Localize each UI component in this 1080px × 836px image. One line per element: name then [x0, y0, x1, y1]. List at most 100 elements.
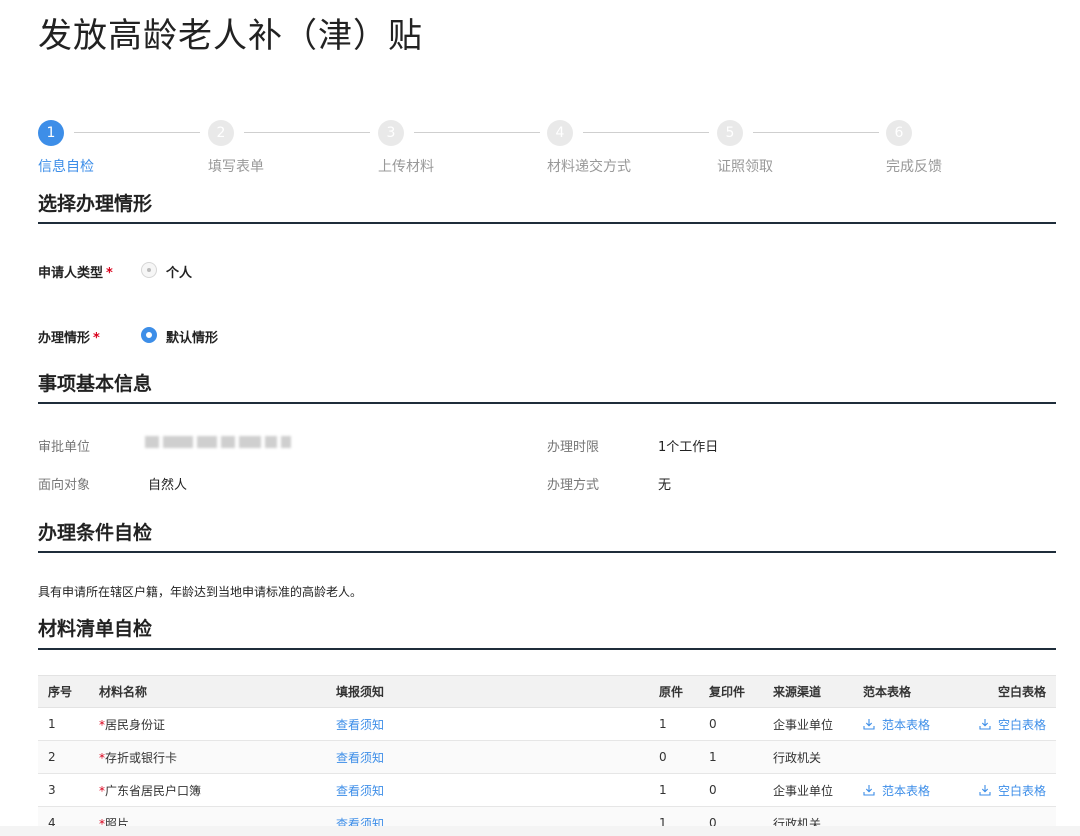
- row-index: 3: [38, 773, 89, 807]
- step-label: 信息自检: [38, 159, 94, 175]
- step-2[interactable]: 2 填写表单: [208, 120, 378, 175]
- table-row: 1 *居民身份证 查看须知 1 0 企事业单位 范本表格 空白表格: [38, 707, 1056, 741]
- step-5[interactable]: 5 证照领取: [717, 120, 887, 175]
- step-number: 3: [378, 120, 404, 146]
- approval-unit-label: 审批单位: [38, 440, 91, 455]
- section-divider: [38, 648, 1056, 650]
- target-label: 面向对象: [38, 478, 91, 493]
- copy-count: 1: [699, 740, 763, 774]
- step-label: 上传材料: [378, 159, 434, 175]
- section-divider: [38, 402, 1056, 404]
- label-text: 申请人类型: [38, 266, 104, 281]
- step-number: 5: [717, 120, 743, 146]
- column-header-notice: 填报须知: [326, 675, 649, 708]
- source-channel: 企事业单位: [763, 773, 853, 807]
- step-number: 2: [208, 120, 234, 146]
- step-label: 材料递交方式: [547, 159, 631, 175]
- label-text: 办理情形: [38, 331, 91, 346]
- column-header-index: 序号: [38, 675, 89, 708]
- table-header-row: 序号 材料名称 填报须知 原件 复印件 来源渠道 范本表格 空白表格: [38, 675, 1056, 708]
- sample-form-link[interactable]: 范本表格: [863, 718, 930, 732]
- sample-form-link[interactable]: 范本表格: [863, 784, 930, 798]
- original-count: 0: [649, 740, 699, 774]
- material-name: 居民身份证: [105, 717, 166, 732]
- blank-form-label: 空白表格: [997, 783, 1046, 798]
- download-icon: [979, 718, 991, 730]
- progress-stepper: 1 信息自检 2 填写表单 3 上传材料 4 材料递交方式 5 证照领取 6 完…: [38, 120, 1058, 180]
- section-divider: [38, 551, 1056, 553]
- step-number: 6: [886, 120, 912, 146]
- column-header-copy: 复印件: [699, 675, 763, 708]
- column-header-blank: 空白表格: [966, 675, 1056, 708]
- applicant-type-option: 个人: [166, 266, 193, 281]
- copy-count: 0: [699, 707, 763, 741]
- column-header-source: 来源渠道: [763, 675, 853, 708]
- material-name-cell: *广东省居民户口簿: [89, 773, 326, 807]
- situation-option: 默认情形: [166, 331, 219, 346]
- step-number: 1: [38, 120, 64, 146]
- original-count: 1: [649, 773, 699, 807]
- materials-table: 序号 材料名称 填报须知 原件 复印件 来源渠道 范本表格 空白表格 1 *居民…: [38, 675, 1056, 836]
- time-limit-value: 1个工作日: [658, 440, 719, 455]
- section-divider: [38, 222, 1056, 224]
- material-name-cell: *存折或银行卡: [89, 740, 326, 774]
- column-header-sample: 范本表格: [853, 675, 966, 708]
- step-connector: [244, 132, 370, 133]
- step-3[interactable]: 3 上传材料: [378, 120, 548, 175]
- approval-unit-value-redacted: [145, 434, 295, 450]
- sample-form-cell: [853, 740, 966, 774]
- step-4[interactable]: 4 材料递交方式: [547, 120, 717, 175]
- source-channel: 企事业单位: [763, 707, 853, 741]
- section-title-conditions: 办理条件自检: [38, 522, 153, 544]
- time-limit-label: 办理时限: [547, 440, 600, 455]
- download-icon: [863, 784, 875, 796]
- method-label: 办理方式: [547, 478, 600, 493]
- section-title-basic-info: 事项基本信息: [38, 373, 153, 395]
- step-1[interactable]: 1 信息自检: [38, 120, 208, 175]
- download-icon: [863, 718, 875, 730]
- view-notice-link[interactable]: 查看须知: [336, 751, 384, 765]
- table-row: 2 *存折或银行卡 查看须知 0 1 行政机关: [38, 740, 1056, 774]
- required-mark: *: [93, 331, 100, 346]
- download-icon: [979, 784, 991, 796]
- original-count: 1: [649, 707, 699, 741]
- bottom-scroll-strip: [0, 826, 1080, 836]
- view-notice-link[interactable]: 查看须知: [336, 718, 384, 732]
- row-index: 2: [38, 740, 89, 774]
- blank-form-cell: [966, 740, 1056, 774]
- blank-form-label: 空白表格: [997, 717, 1046, 732]
- situation-radio[interactable]: [141, 327, 157, 343]
- view-notice-link[interactable]: 查看须知: [336, 784, 384, 798]
- applicant-type-radio[interactable]: [141, 262, 157, 278]
- material-name: 广东省居民户口簿: [105, 783, 202, 798]
- step-connector: [414, 132, 540, 133]
- sample-form-label: 范本表格: [882, 783, 931, 798]
- conditions-text: 具有申请所在辖区户籍，年龄达到当地申请标准的高龄老人。: [38, 585, 363, 599]
- blank-form-link[interactable]: 空白表格: [979, 718, 1046, 732]
- table-row: 3 *广东省居民户口簿 查看须知 1 0 企事业单位 范本表格 空白表格: [38, 773, 1056, 807]
- step-connector: [583, 132, 709, 133]
- step-label: 证照领取: [717, 159, 773, 175]
- row-index: 1: [38, 707, 89, 741]
- sample-form-label: 范本表格: [882, 717, 931, 732]
- method-value: 无: [658, 478, 672, 493]
- situation-label: 办理情形 *: [38, 327, 100, 346]
- source-channel: 行政机关: [763, 740, 853, 774]
- blank-form-link[interactable]: 空白表格: [979, 784, 1046, 798]
- copy-count: 0: [699, 773, 763, 807]
- column-header-original: 原件: [649, 675, 699, 708]
- step-connector: [74, 132, 200, 133]
- column-header-name: 材料名称: [89, 675, 326, 708]
- section-title-materials: 材料清单自检: [38, 618, 153, 640]
- applicant-type-label: 申请人类型 *: [38, 262, 113, 281]
- step-number: 4: [547, 120, 573, 146]
- step-label: 完成反馈: [886, 159, 942, 175]
- step-label: 填写表单: [208, 159, 264, 175]
- page-title: 发放高龄老人补（津）贴: [38, 16, 423, 56]
- required-mark: *: [106, 266, 113, 281]
- material-name: 存折或银行卡: [105, 750, 178, 765]
- target-value: 自然人: [148, 478, 188, 493]
- step-connector: [753, 132, 879, 133]
- material-name-cell: *居民身份证: [89, 707, 326, 741]
- step-6[interactable]: 6 完成反馈: [886, 120, 1056, 175]
